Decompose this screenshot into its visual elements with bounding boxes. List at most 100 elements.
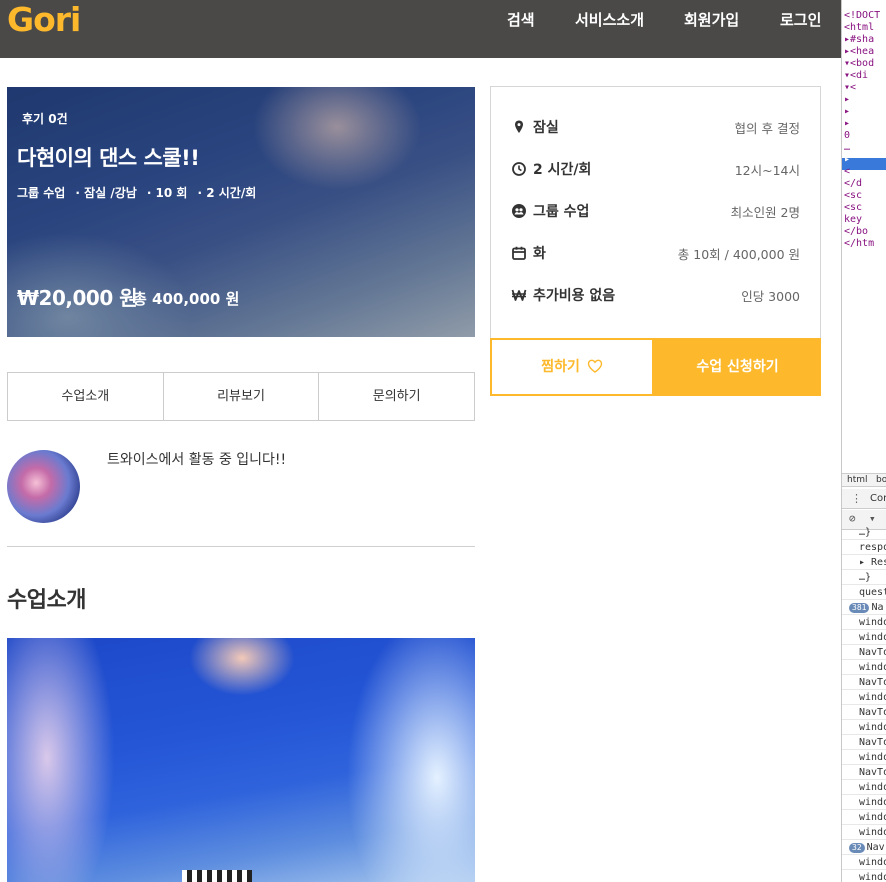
console-message[interactable]: 32 Nav	[842, 840, 886, 855]
breadcrumb-body[interactable]: bo	[876, 474, 886, 487]
console-message[interactable]: windo	[842, 690, 886, 705]
info-row-group: 그룹 수업 최소인원 2명	[491, 199, 820, 223]
devtools-tree-line[interactable]: ▸#sha	[844, 34, 874, 46]
class-price: ₩20,000 원	[17, 286, 138, 310]
console-message-text: windo	[859, 752, 886, 763]
devtools-tree-line[interactable]: ▾<di	[844, 70, 868, 82]
devtools-tree-line[interactable]: <sc	[844, 202, 862, 214]
devtools-tree-line[interactable]: </bo	[844, 226, 868, 238]
class-total-price: 총 400,000 원	[133, 290, 240, 308]
console-message[interactable]: NavTo	[842, 645, 886, 660]
tab-reviews[interactable]: 리뷰보기	[162, 373, 319, 420]
console-message[interactable]: windo	[842, 870, 886, 882]
console-message-text: …}	[859, 572, 872, 583]
wish-button[interactable]: 찜하기	[490, 338, 654, 396]
console-message[interactable]: …}	[842, 525, 886, 540]
tab-inquiry[interactable]: 문의하기	[318, 373, 474, 420]
meta-duration: · 2 시간/회	[197, 186, 257, 200]
console-message-text: NavTo	[859, 677, 886, 688]
console-message[interactable]: windo	[842, 780, 886, 795]
devtools-tree-line[interactable]: <sc	[844, 190, 862, 202]
devtools-tree-line[interactable]: ▸	[844, 118, 850, 130]
console-message[interactable]: ▸ Res	[842, 555, 886, 570]
devtools-tree-line[interactable]: ▸<hea	[844, 46, 874, 58]
nav-search[interactable]: 검색	[507, 10, 535, 30]
console-message[interactable]: quest	[842, 585, 886, 600]
repeat-count-badge: 32	[849, 843, 865, 853]
console-message[interactable]: windo	[842, 810, 886, 825]
devtools-tree-line[interactable]: ▸	[844, 106, 850, 118]
avatar[interactable]	[7, 450, 80, 523]
logo[interactable]: Gori	[7, 0, 81, 40]
devtools-tree-line[interactable]: <	[844, 166, 850, 178]
console-message[interactable]: windo	[842, 825, 886, 840]
console-message[interactable]: respo	[842, 540, 886, 555]
console-message[interactable]: windo	[842, 630, 886, 645]
info-row-location: 잠실 협의 후 결정	[491, 115, 820, 139]
devtools-tree-line[interactable]: </htm	[844, 238, 874, 250]
top-navigation-bar: Gori 검색 서비스소개 회원가입 로그인	[0, 0, 841, 58]
console-message-text: ▸ Res	[859, 557, 886, 568]
filter-icon[interactable]: ▾	[869, 512, 876, 525]
console-message-text: NavTo	[859, 647, 886, 658]
devtools-tree-line[interactable]: ▸	[844, 154, 850, 166]
console-message[interactable]: …}	[842, 570, 886, 585]
devtools-tree-line[interactable]: <html	[844, 22, 874, 34]
meta-count: · 10 회	[146, 186, 188, 200]
nav-login[interactable]: 로그인	[780, 10, 821, 30]
console-message[interactable]: NavTo	[842, 765, 886, 780]
console-message-text: quest	[859, 587, 886, 598]
devtools-tree-line[interactable]: ▸	[844, 94, 850, 106]
devtools-panel: <!DOCT <html ▸#sha ▸<hea ▾<bod ▾<di ▾< ▸ ▸ ▸…	[841, 0, 886, 882]
console-message-text: NavTo	[859, 767, 886, 778]
teacher-intro: 트와이스에서 활동 중 입니다!!	[107, 452, 287, 468]
console-message-text: windo	[859, 662, 886, 673]
console-message-text: Na	[871, 602, 884, 613]
console-message[interactable]: NavTo	[842, 675, 886, 690]
class-meta: 그룹 수업 · 잠실 /강남 · 10 회 · 2 시간/회	[17, 184, 266, 201]
drawer-menu-icon[interactable]: ⋮	[851, 492, 862, 505]
console-message[interactable]: 381 Na	[842, 600, 886, 615]
info-label: 추가비용 없음	[533, 288, 616, 304]
meta-type: 그룹 수업	[17, 186, 66, 200]
console-message-text: windo	[859, 797, 886, 808]
info-value: 12시~14시	[734, 163, 800, 178]
console-message-text: windo	[859, 827, 886, 838]
console-message[interactable]: windo	[842, 750, 886, 765]
console-message[interactable]: windo	[842, 615, 886, 630]
console-message[interactable]: windo	[842, 855, 886, 870]
apply-button[interactable]: 수업 신청하기	[654, 338, 821, 396]
devtools-tree-line[interactable]: ▾<bod	[844, 58, 874, 70]
devtools-tree-line[interactable]: <!DOCT	[844, 10, 880, 22]
nav-signup[interactable]: 회원가입	[684, 10, 739, 30]
console-message[interactable]: windo	[842, 795, 886, 810]
devtools-tree-line[interactable]: key	[844, 214, 862, 226]
console-message[interactable]: NavTo	[842, 735, 886, 750]
info-value: 총 10회 / 400,000 원	[677, 247, 800, 262]
console-message-text: windo	[859, 692, 886, 703]
devtools-tree-line[interactable]: 0	[844, 130, 850, 142]
won-icon	[511, 289, 527, 301]
meta-location: · 잠실 /강남	[75, 186, 137, 200]
breadcrumb-html[interactable]: html	[847, 474, 868, 487]
console-tab[interactable]: Con	[870, 493, 886, 504]
console-message-text: respo	[859, 542, 886, 553]
info-label: 화	[533, 246, 546, 262]
devtools-tree-line[interactable]: …	[844, 142, 850, 154]
review-count[interactable]: 후기 0건	[22, 110, 68, 127]
devtools-tree-line[interactable]: </d	[844, 178, 862, 190]
console-message[interactable]: windo	[842, 660, 886, 675]
clear-console-icon[interactable]: ⊘	[849, 512, 856, 525]
console-message-text: Nav	[866, 842, 885, 853]
console-message-text: windo	[859, 812, 886, 823]
content-tabs: 수업소개 리뷰보기 문의하기	[7, 372, 475, 421]
nav-service-intro[interactable]: 서비스소개	[575, 10, 644, 30]
info-label: 잠실	[533, 120, 559, 136]
tab-class-intro[interactable]: 수업소개	[8, 373, 163, 420]
console-message[interactable]: windo	[842, 720, 886, 735]
devtools-tree-line[interactable]: ▾<	[844, 82, 856, 94]
devtools-breadcrumb: html bo	[842, 473, 886, 487]
divider	[7, 546, 475, 547]
console-message[interactable]: NavTo	[842, 705, 886, 720]
repeat-count-badge: 381	[849, 603, 870, 613]
